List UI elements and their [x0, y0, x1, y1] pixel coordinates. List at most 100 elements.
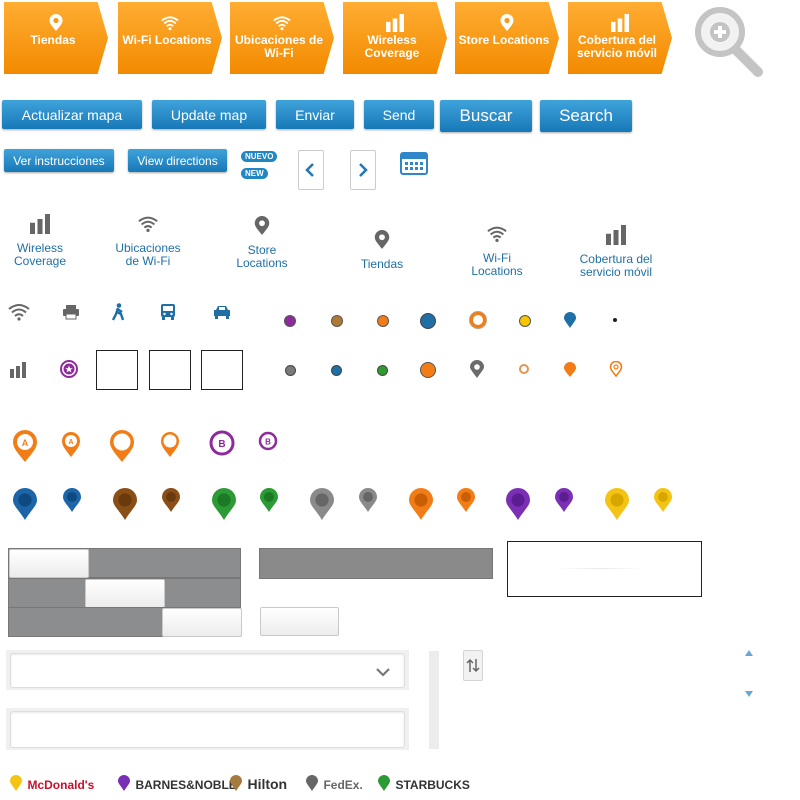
scroll-down-arrow-icon[interactable] [745, 691, 753, 697]
blue-pin-marker [563, 312, 577, 334]
enviar-button[interactable]: Enviar [276, 100, 354, 129]
scroll-up-arrow-icon[interactable] [745, 650, 753, 656]
sort-button[interactable] [463, 650, 483, 681]
icon-tab-3[interactable]: Tiendas [346, 230, 418, 271]
brand-name: McDonald's [27, 778, 95, 792]
map-pin-marker [62, 487, 82, 518]
brand-filter-3[interactable]: FedEx. [305, 775, 363, 794]
orange-dot-marker [377, 315, 389, 327]
buscar-button[interactable]: Buscar [440, 100, 532, 132]
map-pin-marker [653, 487, 673, 518]
slider-track-1[interactable] [8, 548, 241, 578]
map-pin-marker [309, 487, 335, 526]
scrollbar-track[interactable] [429, 651, 439, 749]
bars-icon [611, 14, 629, 32]
tab-5[interactable]: Cobertura del servicio móvil [568, 2, 672, 74]
map-pin-marker [211, 487, 237, 526]
tab-2[interactable]: Ubicaciones de Wi-Fi [230, 2, 334, 74]
brand-pin-icon [10, 775, 22, 791]
send-button[interactable]: Send [364, 100, 434, 129]
map-pin-marker [554, 487, 574, 518]
wifi-icon [161, 14, 179, 32]
blue-large-dot-marker [420, 313, 436, 329]
tab-label: Cobertura del servicio móvil [576, 33, 658, 60]
sort-arrows-icon [466, 658, 480, 673]
tab-label: Tiendas [30, 33, 76, 47]
brand-name: Hilton [247, 776, 288, 792]
calendar-icon[interactable] [400, 151, 428, 175]
orange-ring-marker [470, 312, 486, 328]
empty-box-2 [149, 350, 191, 390]
slider-thumb-1[interactable] [9, 549, 89, 578]
new-badge: NEW [241, 168, 268, 179]
text-box[interactable] [507, 541, 702, 597]
search-button[interactable]: Search [540, 100, 632, 132]
map-pin-marker [604, 487, 630, 526]
empty-box-1 [96, 350, 138, 390]
tab-label: Wi-Fi Locations [122, 33, 212, 47]
icon-tab-0[interactable]: Wireless Coverage [4, 214, 76, 268]
pin-b-large-letter: B [218, 439, 225, 450]
light-button[interactable] [260, 607, 339, 636]
map-pin-marker [112, 487, 138, 526]
star-badge-icon [60, 360, 78, 383]
pin-icon [252, 216, 272, 241]
pin-b-large: B [209, 430, 235, 461]
gray-pin-marker [469, 360, 485, 384]
orange-ring-small-marker [519, 364, 529, 374]
map-pin-marker [259, 487, 279, 518]
actualizar-mapa-button[interactable]: Actualizar mapa [2, 100, 142, 129]
slider-thumb-3[interactable] [162, 608, 242, 637]
zoom-in-icon[interactable] [692, 6, 764, 78]
bars-icon [606, 225, 626, 250]
next-button[interactable] [350, 150, 376, 190]
brand-pin-icon [378, 775, 390, 791]
map-pin-marker [358, 487, 378, 518]
icon-tab-label: Ubicaciones de Wi-Fi [115, 241, 181, 268]
tab-4[interactable]: Store Locations [455, 2, 559, 74]
walk-icon [111, 303, 125, 326]
update-map-button[interactable]: Update map [152, 100, 266, 129]
brand-filter-1[interactable]: BARNES&NOBLE [117, 775, 237, 794]
icon-tab-2[interactable]: Store Locations [226, 216, 298, 270]
icon-tab-4[interactable]: Wi-Fi Locations [461, 224, 533, 278]
gray-bar [259, 548, 493, 579]
slider-thumb-2[interactable] [85, 579, 165, 608]
view-directions-button[interactable]: View directions [128, 149, 227, 172]
text-input-field[interactable] [10, 711, 405, 748]
icon-tab-label: Store Locations [236, 243, 288, 270]
tab-3[interactable]: Wireless Coverage [343, 2, 447, 74]
brand-filter-0[interactable]: McDonald's [9, 775, 94, 794]
ver-instrucciones-button[interactable]: Ver instrucciones [4, 149, 114, 172]
select-field[interactable] [10, 653, 405, 688]
slider-track-3[interactable] [8, 607, 242, 637]
chevron-down-icon [376, 668, 390, 677]
brand-filter-2[interactable]: Hilton [229, 775, 287, 794]
pin-a-small: A [60, 430, 82, 463]
tab-0[interactable]: Tiendas [4, 2, 108, 74]
tab-1[interactable]: Wi-Fi Locations [118, 2, 222, 74]
tab-label: Wireless Coverage [364, 33, 420, 60]
brand-name: STARBUCKS [395, 778, 470, 792]
icon-tab-1[interactable]: Ubicaciones de Wi-Fi [112, 214, 184, 268]
orange-pin-marker [563, 362, 577, 383]
prev-button[interactable] [298, 150, 324, 190]
pin-a-small-letter: A [68, 439, 73, 446]
nuevo-badge: NUEVO [241, 151, 278, 162]
bars-icon [386, 14, 404, 32]
icon-tab-5[interactable]: Cobertura del servicio móvil [575, 225, 657, 279]
purple-dot-marker [284, 315, 296, 327]
map-pin-marker [161, 487, 181, 518]
brand-name: FedEx. [323, 778, 363, 792]
black-dot-marker [613, 318, 617, 322]
orange-outline-pin-marker [609, 360, 623, 383]
tab-label: Store Locations [458, 33, 550, 47]
car-icon [213, 305, 231, 324]
brand-filter-4[interactable]: STARBUCKS [377, 775, 470, 794]
pin-b-small: B [258, 431, 278, 456]
slider-track-2[interactable] [8, 578, 241, 608]
brand-pin-icon [118, 775, 130, 791]
orange-large-dot-marker [420, 362, 436, 378]
gray-dot-marker [285, 365, 296, 376]
map-pin-marker [408, 487, 434, 526]
